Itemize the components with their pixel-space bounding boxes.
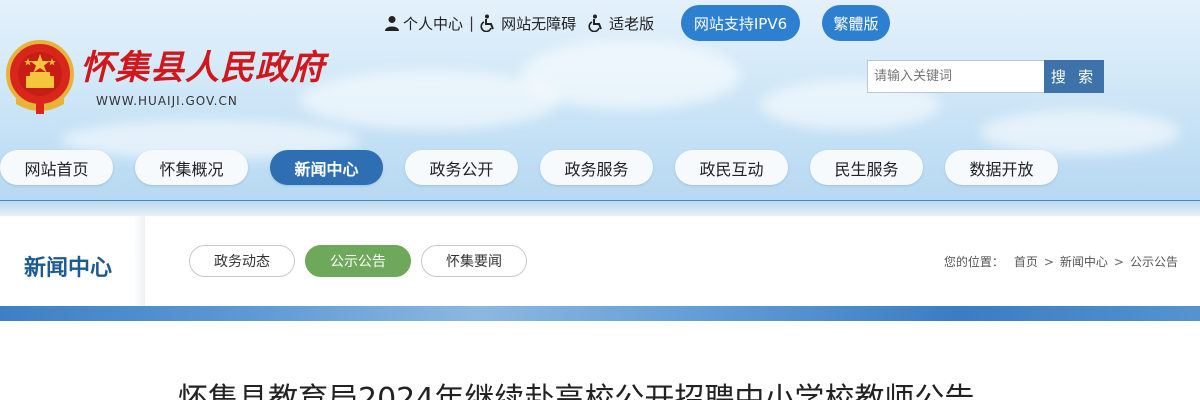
accessibility-icon — [480, 14, 498, 32]
breadcrumb-home[interactable]: 首页 — [1014, 253, 1038, 270]
elder-mode-icon — [588, 14, 606, 32]
elder-mode-link[interactable]: 适老版 — [609, 13, 654, 34]
breadcrumb-prefix: 您的位置： — [943, 255, 1004, 269]
link-separator: | — [469, 14, 475, 32]
nav-government-services[interactable]: 政务服务 — [540, 150, 653, 185]
breadcrumb: 您的位置： 首页 > 新闻中心 > 公示公告 — [944, 253, 1178, 270]
personal-center-link[interactable]: 个人中心 — [403, 13, 463, 34]
search-button[interactable]: 搜 索 — [1044, 60, 1104, 93]
breadcrumb-separator: > — [1113, 254, 1124, 269]
nav-home[interactable]: 网站首页 — [0, 150, 113, 185]
nav-interaction[interactable]: 政民互动 — [675, 150, 788, 185]
traditional-chinese-button[interactable]: 繁體版 — [822, 5, 890, 41]
breadcrumb-announcements[interactable]: 公示公告 — [1130, 253, 1178, 270]
utility-links: 个人中心 | 网站无障碍 适老版 — [384, 12, 654, 34]
nav-open-data[interactable]: 数据开放 — [945, 150, 1058, 185]
breadcrumb-separator: > — [1043, 254, 1054, 269]
tab-government-news[interactable]: 政务动态 — [189, 245, 295, 277]
accessibility-link[interactable]: 网站无障碍 — [501, 13, 576, 34]
breadcrumb-news-center[interactable]: 新闻中心 — [1060, 253, 1108, 270]
nav-news-center[interactable]: 新闻中心 — [270, 150, 383, 185]
tab-huaiji-news[interactable]: 怀集要闻 — [421, 245, 527, 277]
site-title[interactable]: 怀集县人民政府 — [80, 40, 325, 89]
site-url: WWW.HUAIJI.GOV.CN — [96, 94, 238, 108]
nav-government-affairs[interactable]: 政务公开 — [405, 150, 518, 185]
header-bottom-band — [0, 201, 1200, 216]
user-icon — [384, 15, 400, 31]
search-input[interactable] — [867, 60, 1045, 93]
ipv6-badge[interactable]: 网站支持IPV6 — [681, 5, 800, 41]
article-title: 怀集县教育局2024年继续赴高校公开招聘中小学校教师公告 — [178, 382, 975, 400]
nav-overview[interactable]: 怀集概况 — [135, 150, 248, 185]
tab-announcements[interactable]: 公示公告 — [305, 245, 411, 277]
nav-livelihood[interactable]: 民生服务 — [810, 150, 923, 185]
scenic-banner-strip — [0, 306, 1200, 321]
section-title: 新闻中心 — [24, 256, 113, 281]
national-emblem-icon[interactable] — [6, 40, 74, 114]
